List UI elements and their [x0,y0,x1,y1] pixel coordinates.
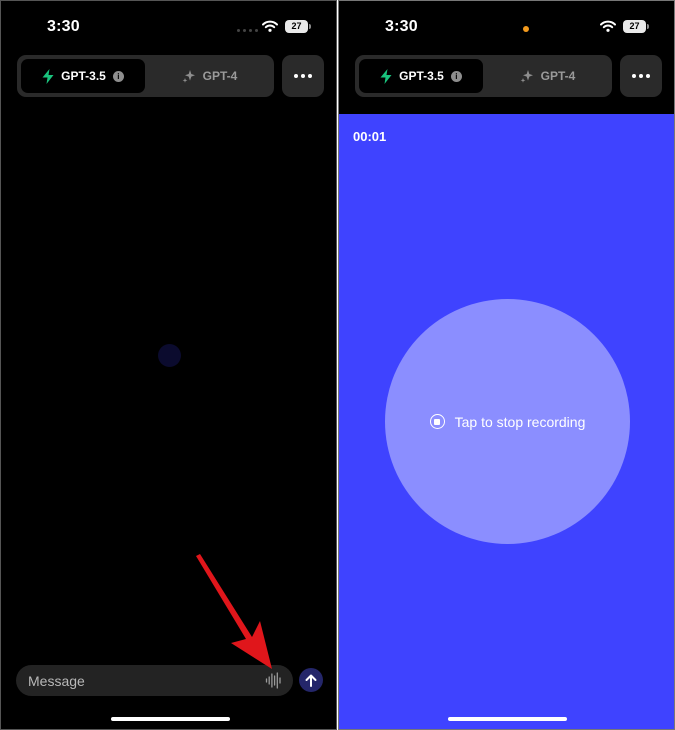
sparkles-icon [182,70,195,83]
tab-gpt-4[interactable]: GPT-4 [149,59,270,93]
info-icon[interactable]: i [450,70,462,82]
stop-recording-label: Tap to stop recording [454,413,586,430]
status-time: 3:30 [385,18,418,35]
model-switcher: GPT-3.5 i GPT-4 [355,55,612,97]
more-icon [632,74,636,78]
right-phone-screen: 3:30 27 GPT-3.5 i GPT-4 00:01 Tap to sto… [338,0,675,730]
wifi-icon [600,20,616,32]
loading-orb [158,344,181,367]
left-phone-screen: 3:30 27 GPT-3.5 i GPT-4 [0,0,337,730]
model-switcher: GPT-3.5 i GPT-4 [17,55,274,97]
message-composer [16,665,293,696]
send-button[interactable] [299,668,323,692]
status-bar: 3:30 27 [339,1,674,53]
message-input[interactable] [28,665,258,696]
tab-gpt-3-5[interactable]: GPT-3.5 i [359,59,483,93]
tab-label: GPT-3.5 [399,69,444,83]
stop-recording-button[interactable]: Tap to stop recording [385,299,630,544]
home-indicator [111,717,230,721]
battery-indicator: 27 [623,20,649,33]
tab-label: GPT-4 [202,69,238,83]
tab-label: GPT-3.5 [61,69,106,83]
signal-icon [237,29,258,32]
tab-label: GPT-4 [540,69,576,83]
stop-icon [429,414,445,429]
wifi-icon [262,20,278,32]
more-button[interactable] [282,55,324,97]
more-icon [294,74,298,78]
info-icon[interactable]: i [112,70,124,82]
tab-gpt-3-5[interactable]: GPT-3.5 i [21,59,145,93]
recording-timer: 00:01 [353,129,387,144]
mic-in-use-indicator [523,26,529,32]
status-time: 3:30 [47,18,80,35]
more-button[interactable] [620,55,662,97]
voice-waveform-icon[interactable] [265,672,282,689]
recording-panel: 00:01 Tap to stop recording [339,114,674,729]
home-indicator [448,717,567,721]
bolt-icon [380,68,392,84]
annotation-arrow [196,554,272,669]
status-bar: 3:30 27 [1,1,336,53]
sparkles-icon [520,70,533,83]
tab-gpt-4[interactable]: GPT-4 [487,59,608,93]
bolt-icon [42,68,54,84]
battery-indicator: 27 [285,20,311,33]
arrow-up-icon [305,674,317,687]
